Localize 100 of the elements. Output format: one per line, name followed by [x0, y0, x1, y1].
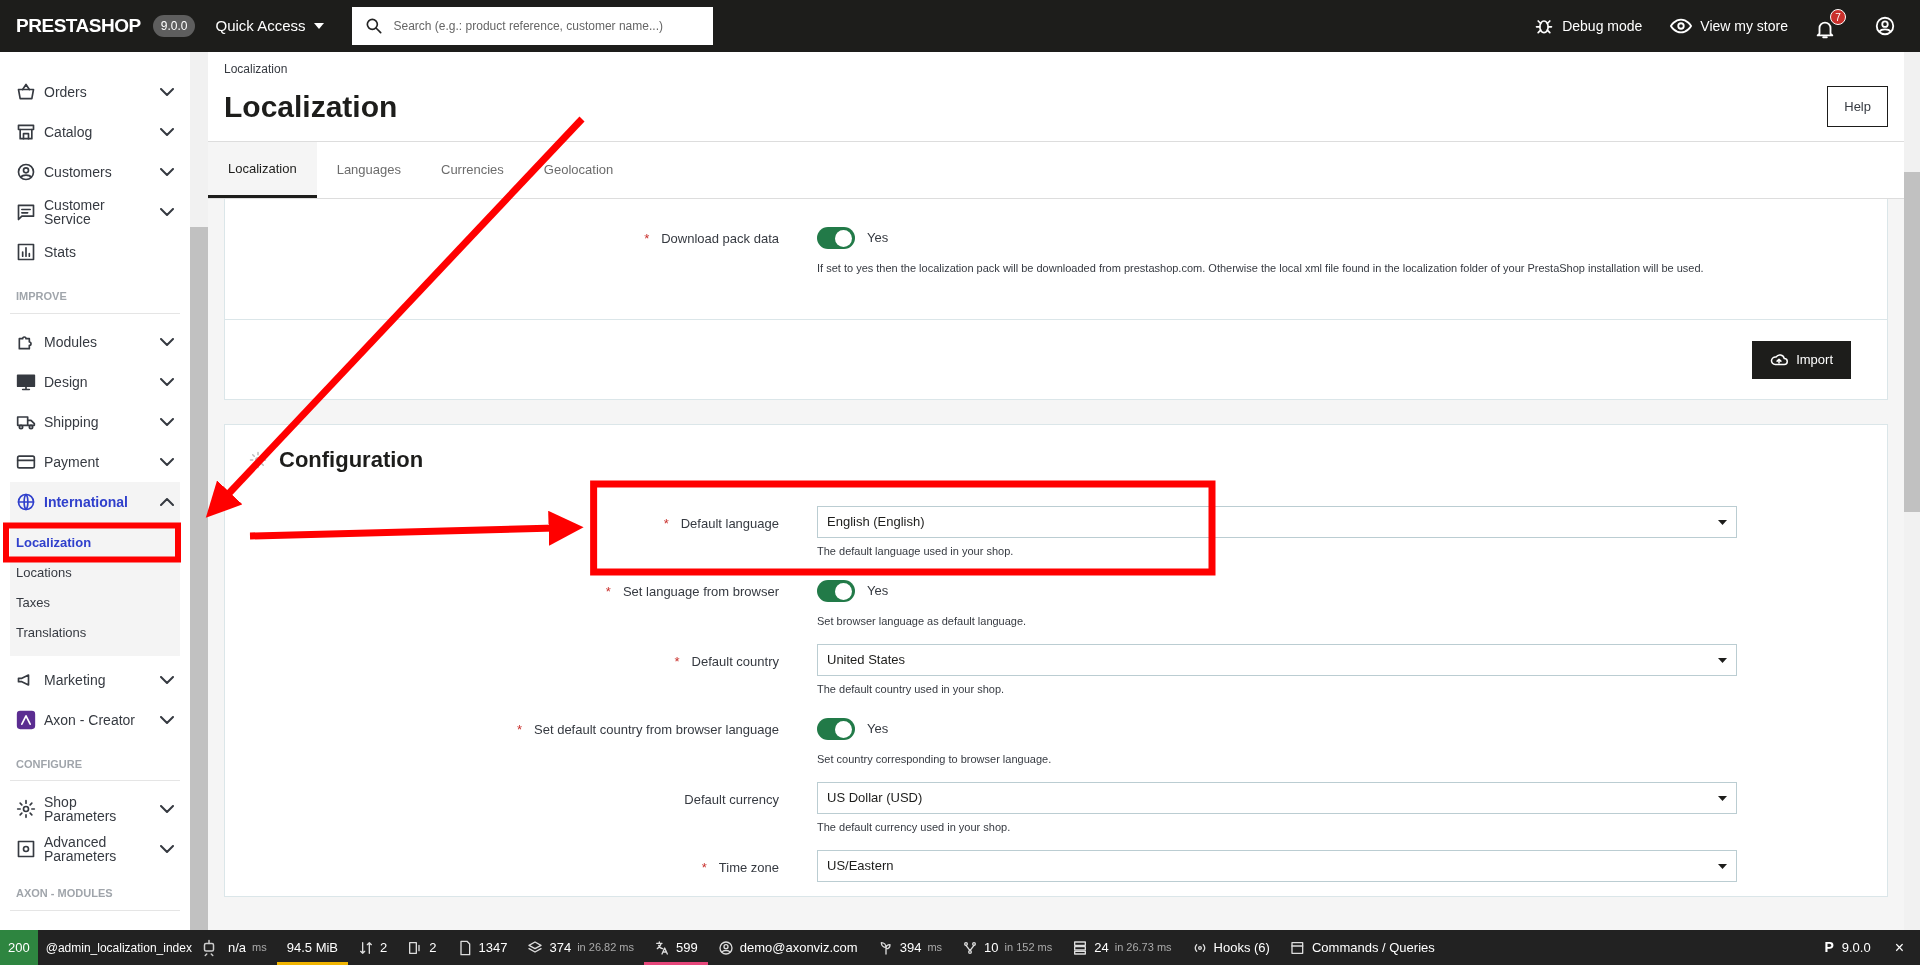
sidebar-item[interactable]: Marketing	[10, 659, 180, 700]
select-field[interactable]: US Dollar (USD)	[817, 782, 1737, 814]
toggle-switch[interactable]	[817, 227, 855, 249]
account-button[interactable]	[1874, 15, 1896, 37]
toggle-value: Yes	[867, 720, 889, 739]
field-label: Set language from browser	[622, 583, 779, 601]
caret-icon	[1718, 519, 1727, 525]
chevron-down-icon	[160, 675, 174, 684]
logo-icon	[16, 709, 36, 730]
tab[interactable]: Languages	[316, 142, 421, 198]
scrollbar[interactable]	[1904, 52, 1920, 930]
help-text: The default country used in your shop.	[817, 682, 1006, 697]
route-name: @admin_localization_index	[44, 939, 193, 957]
chevron-down-icon	[160, 457, 174, 466]
sidebar-item[interactable]: Customers	[10, 152, 180, 192]
toolbar-item[interactable]: n/a ms	[218, 930, 277, 965]
storefront-icon	[16, 122, 36, 142]
sidebar-item[interactable]: Axon - Creator	[10, 699, 180, 740]
tab[interactable]: Localization	[208, 142, 317, 198]
caret-icon	[313, 23, 324, 29]
field-label: Download pack data	[661, 230, 779, 248]
toolbar-item[interactable]: 2	[348, 930, 398, 965]
chevron-down-icon	[160, 715, 174, 724]
debug-mode-button[interactable]: Debug mode	[1534, 15, 1643, 37]
sidebar-item[interactable]: Shop Parameters	[10, 789, 180, 829]
network-icon	[962, 939, 979, 956]
translate-icon	[654, 939, 670, 956]
toolbar-item[interactable]: 1347	[446, 930, 518, 965]
sidebar-item[interactable]: Shipping	[10, 401, 180, 442]
field-label: Time zone	[718, 859, 779, 877]
toolbar-item[interactable]: 24 in 26.73 ms	[1062, 930, 1182, 965]
sidebar-item[interactable]: Catalog	[10, 112, 180, 152]
gear-icon	[249, 450, 267, 469]
toolbar-item[interactable]: Commands / Queries	[1279, 930, 1445, 965]
section-heading: CONFIGURE	[10, 755, 180, 781]
tab[interactable]: Currencies	[421, 142, 524, 198]
select-field[interactable]: English (English)	[817, 506, 1737, 538]
submenu-item[interactable]: Localization	[10, 527, 180, 558]
sidebar-item[interactable]: Stats	[10, 232, 180, 272]
toolbar-item[interactable]: demo@axonviz.com	[707, 930, 868, 965]
tab[interactable]: Geolocation	[523, 142, 634, 198]
chevron-down-icon	[160, 88, 174, 96]
toolbar-item[interactable]: 374 in 26.82 ms	[517, 930, 644, 965]
submenu-item[interactable]: Translations	[10, 617, 180, 648]
toggle-switch[interactable]	[817, 718, 855, 740]
version-badge: 9.0.0	[152, 15, 196, 37]
user-icon	[1874, 15, 1896, 37]
required-mark: *	[674, 653, 680, 671]
chevron-down-icon	[160, 128, 174, 136]
scrollbar[interactable]	[190, 52, 208, 930]
page-title: Localization	[224, 89, 399, 125]
field-label: Set default country from browser language	[534, 721, 779, 739]
chevron-down-icon	[160, 337, 174, 346]
chart-icon	[16, 242, 36, 262]
toolbar-item[interactable]: Hooks (6)	[1181, 930, 1280, 965]
sidebar-item[interactable]: Modules	[10, 321, 180, 362]
breadcrumb[interactable]: Localization	[224, 60, 1828, 78]
caret-icon	[1718, 657, 1727, 663]
notification-count: 7	[1830, 9, 1846, 25]
submenu-item[interactable]: Locations	[10, 557, 180, 588]
search-field[interactable]: Search (e.g.: product reference, customer name...)	[351, 7, 713, 45]
sidebar-item[interactable]: Payment	[10, 441, 180, 482]
sidebar-item[interactable]: Design	[10, 361, 180, 402]
chevron-down-icon	[160, 208, 174, 216]
chevron-up-icon	[160, 497, 174, 506]
arrows-icon	[358, 939, 375, 956]
sidebar-item[interactable]: Advanced Parameters	[10, 829, 180, 869]
select-field[interactable]: United States	[817, 644, 1737, 676]
field-label: Default currency	[684, 791, 779, 809]
chevron-down-icon	[160, 377, 174, 386]
sidebar-item[interactable]: Customer Service	[10, 192, 180, 232]
caret-icon	[1718, 863, 1727, 869]
section-heading: IMPROVE	[10, 288, 180, 314]
view-store-button[interactable]: View my store	[1670, 15, 1788, 37]
help-text: If set to yes then the localization pack will be downloaded from prestashop.com. Otherwise the local xml file found in the localization folder of your PrestaShop installation will be used.	[817, 261, 1705, 276]
toolbar-item[interactable]: 10 in 152 ms	[952, 930, 1063, 965]
status-badge: 200	[0, 930, 38, 965]
quick-access-button[interactable]: Quick Access	[215, 14, 324, 38]
toggle-switch[interactable]	[817, 580, 855, 602]
close-button[interactable]: ×	[1894, 935, 1920, 960]
submenu-item[interactable]: Taxes	[10, 587, 180, 618]
field-label: Default language	[680, 515, 779, 533]
chevron-down-icon	[160, 845, 174, 853]
chevron-down-icon	[160, 417, 174, 426]
toolbar-item[interactable]: 94.5 MiB	[276, 930, 349, 965]
toolbar-item[interactable]: 394 ms	[867, 930, 953, 965]
help-button[interactable]: Help	[1827, 85, 1888, 127]
required-mark: *	[701, 859, 707, 877]
sidebar-item[interactable]: International	[10, 481, 180, 522]
section-title: Configuration	[279, 446, 424, 474]
sidebar-item[interactable]: Orders	[10, 72, 180, 112]
toolbar-item[interactable]: 599	[644, 930, 708, 965]
user-icon	[717, 939, 734, 956]
user-icon	[16, 162, 36, 182]
logo[interactable]: PRESTASHOP	[16, 11, 141, 41]
help-text: The default currency used in your shop.	[817, 820, 1012, 835]
import-button[interactable]: Import	[1752, 340, 1851, 379]
notifications-button[interactable]: 7	[1812, 9, 1846, 43]
select-field[interactable]: US/Eastern	[817, 850, 1737, 882]
toolbar-item[interactable]: 2	[397, 930, 447, 965]
